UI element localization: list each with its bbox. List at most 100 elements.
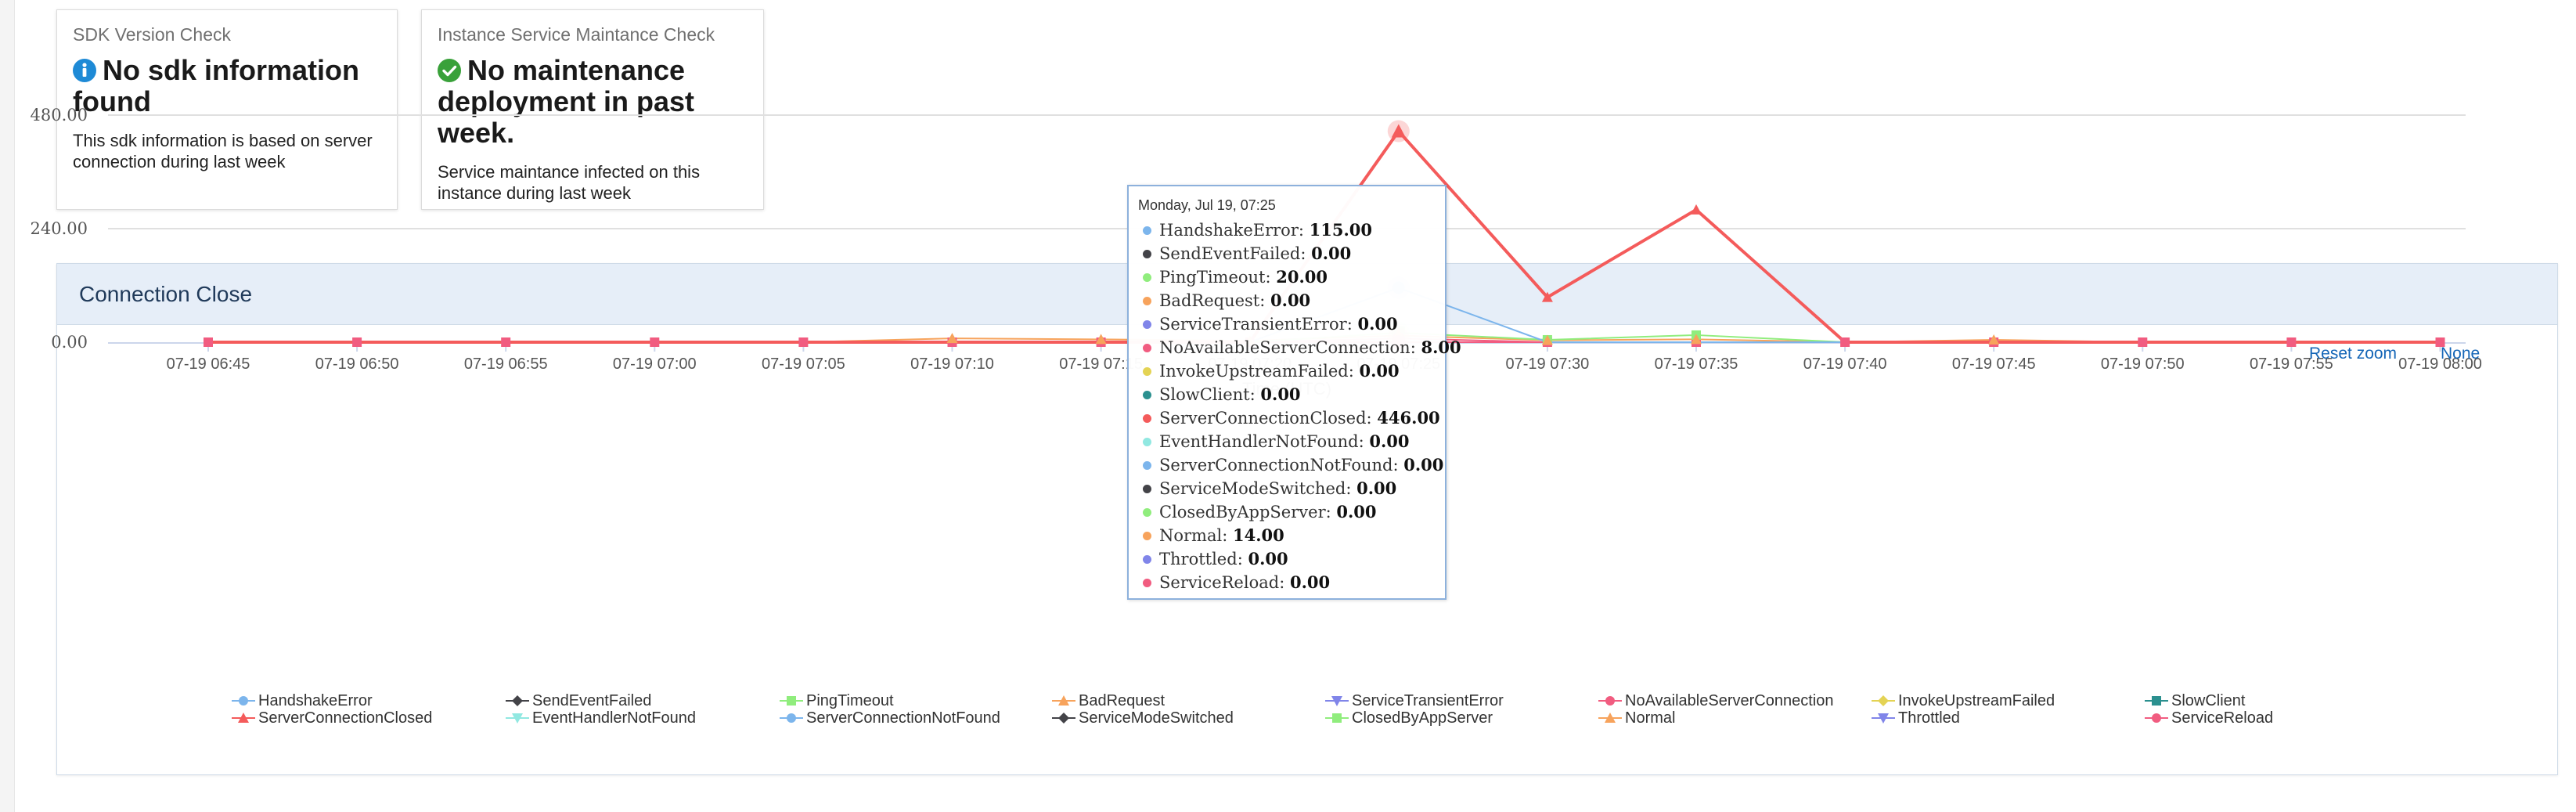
tooltip-series-name: PingTimeout bbox=[1159, 268, 1266, 287]
tooltip-series-name: ServiceTransientError bbox=[1159, 315, 1347, 334]
tooltip-row: ServiceModeSwitched: 0.00 bbox=[1138, 477, 1445, 500]
tooltip-row: ServiceTransientError: 0.00 bbox=[1138, 312, 1445, 336]
x-tick-label: 07-19 07:00 bbox=[613, 355, 697, 373]
x-tick-label: 07-19 06:45 bbox=[167, 355, 250, 373]
tooltip-series-value: 0.00 bbox=[1356, 478, 1397, 498]
legend-symbol bbox=[1052, 695, 1075, 706]
legend-label: EventHandlerNotFound bbox=[532, 709, 697, 727]
tooltip-row: BadRequest: 0.00 bbox=[1138, 289, 1445, 312]
legend-item[interactable]: BadRequest bbox=[1052, 692, 1165, 709]
series-dot-icon bbox=[1143, 414, 1151, 423]
series-dot-icon bbox=[1143, 532, 1151, 540]
series-dot-icon bbox=[1143, 438, 1151, 446]
legend-label: InvokeUpstreamFailed bbox=[1898, 692, 2055, 709]
tooltip-series-name: InvokeUpstreamFailed bbox=[1159, 362, 1349, 381]
data-point bbox=[2138, 337, 2148, 347]
series-dot-icon bbox=[1143, 226, 1151, 235]
legend-item[interactable]: Throttled bbox=[1872, 709, 1960, 727]
x-tick-label: 07-19 07:10 bbox=[910, 355, 994, 373]
legend-item[interactable]: ServiceTransientError bbox=[1325, 692, 1504, 709]
none-button[interactable]: None bbox=[2441, 345, 2480, 363]
legend-item[interactable]: Normal bbox=[1598, 709, 1675, 727]
x-tick-label: 07-19 07:40 bbox=[1803, 355, 1887, 373]
data-point bbox=[650, 337, 660, 347]
legend-symbol bbox=[1872, 695, 1895, 706]
tooltip-series-name: HandshakeError bbox=[1159, 221, 1299, 240]
data-point bbox=[1058, 713, 1069, 724]
legend-item[interactable]: PingTimeout bbox=[780, 692, 894, 709]
data-point bbox=[798, 337, 809, 347]
tooltip-series-value: 0.00 bbox=[1357, 314, 1398, 334]
legend-label: ServiceModeSwitched bbox=[1079, 709, 1234, 727]
tooltip-series-value: 0.00 bbox=[1270, 291, 1311, 310]
data-point bbox=[239, 696, 248, 706]
series-dot-icon bbox=[1143, 461, 1151, 470]
legend-symbol bbox=[780, 696, 803, 706]
tooltip-series-name: Throttled bbox=[1159, 550, 1238, 568]
tooltip-series-name: ClosedByAppServer bbox=[1159, 503, 1326, 521]
tooltip-separator: : bbox=[1300, 244, 1312, 263]
reset-zoom-button[interactable]: Reset zoom bbox=[2309, 345, 2397, 363]
legend-symbol bbox=[232, 713, 255, 723]
tooltip-row: PingTimeout: 20.00 bbox=[1138, 265, 1445, 289]
tooltip-separator: : bbox=[1346, 479, 1357, 498]
legend-item[interactable]: SendEventFailed bbox=[506, 692, 652, 709]
tooltip-series-value: 446.00 bbox=[1377, 408, 1440, 428]
tooltip-series-name: ServiceReload bbox=[1159, 573, 1280, 592]
legend-symbol bbox=[1598, 713, 1622, 723]
tooltip-separator: : bbox=[1265, 268, 1277, 287]
legend-item[interactable]: NoAvailableServerConnection bbox=[1598, 692, 1834, 709]
tooltip-series-value: 0.00 bbox=[1260, 384, 1301, 404]
tooltip-series-name: ServerConnectionNotFound bbox=[1159, 456, 1393, 475]
series-dot-icon bbox=[1143, 579, 1151, 587]
legend-item[interactable]: HandshakeError bbox=[232, 692, 373, 709]
tooltip-series-name: SendEventFailed bbox=[1159, 244, 1301, 263]
legend-label: ServerConnectionNotFound bbox=[806, 709, 1000, 727]
data-point bbox=[787, 713, 796, 723]
series-dot-icon bbox=[1143, 508, 1151, 517]
x-tick-label: 07-19 07:35 bbox=[1655, 355, 1738, 373]
legend-label: SendEventFailed bbox=[532, 692, 652, 709]
series-dot-icon bbox=[1143, 320, 1151, 329]
tooltip-series-value: 0.00 bbox=[1248, 549, 1288, 568]
tooltip-series-value: 0.00 bbox=[1403, 455, 1444, 475]
legend-label: ServerConnectionClosed bbox=[258, 709, 433, 727]
data-point bbox=[2286, 337, 2297, 347]
tooltip-row: ServerConnectionClosed: 446.00 bbox=[1138, 406, 1445, 430]
tooltip-row: Throttled: 0.00 bbox=[1138, 547, 1445, 571]
tooltip-row: ClosedByAppServer: 0.00 bbox=[1138, 500, 1445, 524]
legend-item[interactable]: ServiceReload bbox=[2145, 709, 2274, 727]
legend-item[interactable]: ServerConnectionClosed bbox=[232, 709, 433, 727]
legend-label: ServiceReload bbox=[2171, 709, 2274, 727]
legend-symbol bbox=[2145, 713, 2168, 723]
legend-item[interactable]: SlowClient bbox=[2145, 692, 2245, 709]
data-point bbox=[501, 337, 511, 347]
tooltip-series-value: 0.00 bbox=[1289, 572, 1331, 592]
series-dot-icon bbox=[1143, 367, 1151, 376]
series-dot-icon bbox=[1143, 344, 1151, 352]
tooltip-series-value: 20.00 bbox=[1276, 267, 1328, 287]
x-tick-label: 07-19 06:55 bbox=[464, 355, 548, 373]
legend-item[interactable]: ServerConnectionNotFound bbox=[780, 709, 1000, 727]
tooltip-series-name: NoAvailableServerConnection bbox=[1159, 338, 1410, 357]
tooltip-separator: : bbox=[1249, 385, 1261, 404]
tooltip-series-value: 0.00 bbox=[1359, 361, 1400, 381]
legend-label: NoAvailableServerConnection bbox=[1625, 692, 1834, 709]
series-dot-icon bbox=[1143, 273, 1151, 282]
legend-item[interactable]: ServiceModeSwitched bbox=[1052, 709, 1234, 727]
tooltip-separator: : bbox=[1325, 503, 1337, 521]
legend-symbol bbox=[1325, 713, 1349, 723]
x-tick-label: 07-19 07:30 bbox=[1506, 355, 1590, 373]
tooltip-series-value: 0.00 bbox=[1311, 244, 1352, 263]
tooltip-separator: : bbox=[1358, 432, 1370, 451]
tooltip-separator: : bbox=[1222, 526, 1233, 545]
legend-item[interactable]: EventHandlerNotFound bbox=[506, 709, 697, 727]
legend-item[interactable]: InvokeUpstreamFailed bbox=[1872, 692, 2055, 709]
x-tick-label: 07-19 07:05 bbox=[762, 355, 845, 373]
legend-label: ClosedByAppServer bbox=[1352, 709, 1493, 727]
tooltip-date: Monday, Jul 19, 07:25 bbox=[1138, 197, 1276, 213]
legend-item[interactable]: ClosedByAppServer bbox=[1325, 709, 1493, 727]
data-point bbox=[1332, 713, 1342, 723]
tooltip-separator: : bbox=[1410, 338, 1421, 357]
tooltip-row: Normal: 14.00 bbox=[1138, 524, 1445, 547]
